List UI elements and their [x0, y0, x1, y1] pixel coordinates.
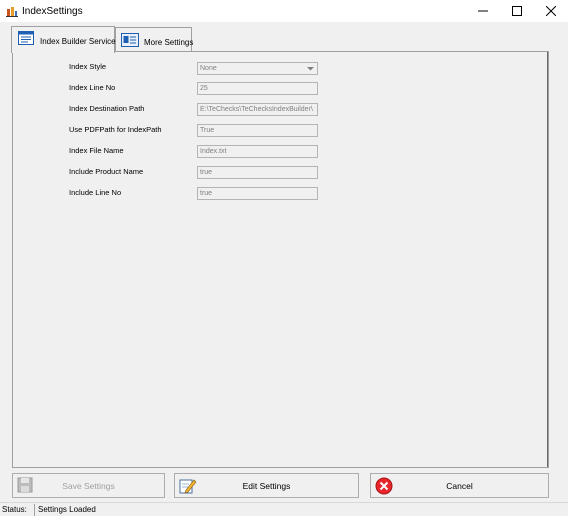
settings-card-icon	[121, 33, 139, 47]
close-icon	[546, 6, 556, 16]
index-destination-path-label: Index Destination Path	[69, 104, 145, 113]
tab-label: More Settings	[144, 38, 194, 47]
status-text: Settings Loaded	[38, 505, 96, 514]
minimize-icon	[478, 10, 488, 12]
index-style-value: None	[200, 65, 217, 72]
index-line-no-field[interactable]: 25	[197, 82, 318, 95]
app-icon	[6, 7, 18, 17]
index-file-name-label: Index File Name	[69, 146, 124, 155]
include-line-no-label: Include Line No	[69, 188, 122, 197]
index-style-label: Index Style	[69, 62, 107, 71]
tab-index-builder-service[interactable]: Index Builder Service	[11, 26, 116, 53]
include-line-no-field[interactable]: true	[197, 187, 318, 200]
status-label: Status:	[2, 505, 27, 514]
title-bar: IndexSettings	[0, 0, 568, 22]
chevron-down-icon	[307, 67, 314, 71]
edit-settings-label: Edit Settings	[242, 481, 291, 491]
tab-label: Index Builder Service	[40, 37, 116, 46]
index-line-no-label: Index Line No	[69, 83, 116, 92]
close-button[interactable]	[534, 0, 568, 22]
status-bar: Status: Settings Loaded	[0, 502, 568, 516]
edit-settings-button[interactable]: Edit Settings	[174, 473, 359, 498]
window-title: IndexSettings	[22, 6, 83, 17]
maximize-button[interactable]	[500, 0, 534, 22]
minimize-button[interactable]	[466, 0, 500, 22]
cancel-label: Cancel	[446, 481, 473, 491]
index-destination-path-field[interactable]: E:\TeChecks\TeChecksIndexBuilder\	[197, 103, 318, 116]
status-separator	[34, 504, 35, 516]
tab-more-settings[interactable]: More Settings	[115, 27, 194, 52]
include-product-name-label: Include Product Name	[69, 167, 144, 176]
save-settings-button[interactable]: Save Settings	[12, 473, 165, 498]
use-pdfpath-label: Use PDFPath for IndexPath	[69, 125, 162, 134]
index-style-dropdown[interactable]: None	[197, 62, 318, 75]
cancel-button[interactable]: Cancel	[370, 473, 549, 498]
include-product-name-field[interactable]: true	[197, 166, 318, 179]
index-file-name-field[interactable]: Index.txt	[197, 145, 318, 158]
save-settings-label: Save Settings	[62, 481, 115, 491]
index-list-icon	[18, 31, 34, 45]
use-pdfpath-field[interactable]: True	[197, 124, 318, 137]
maximize-icon	[512, 6, 522, 16]
